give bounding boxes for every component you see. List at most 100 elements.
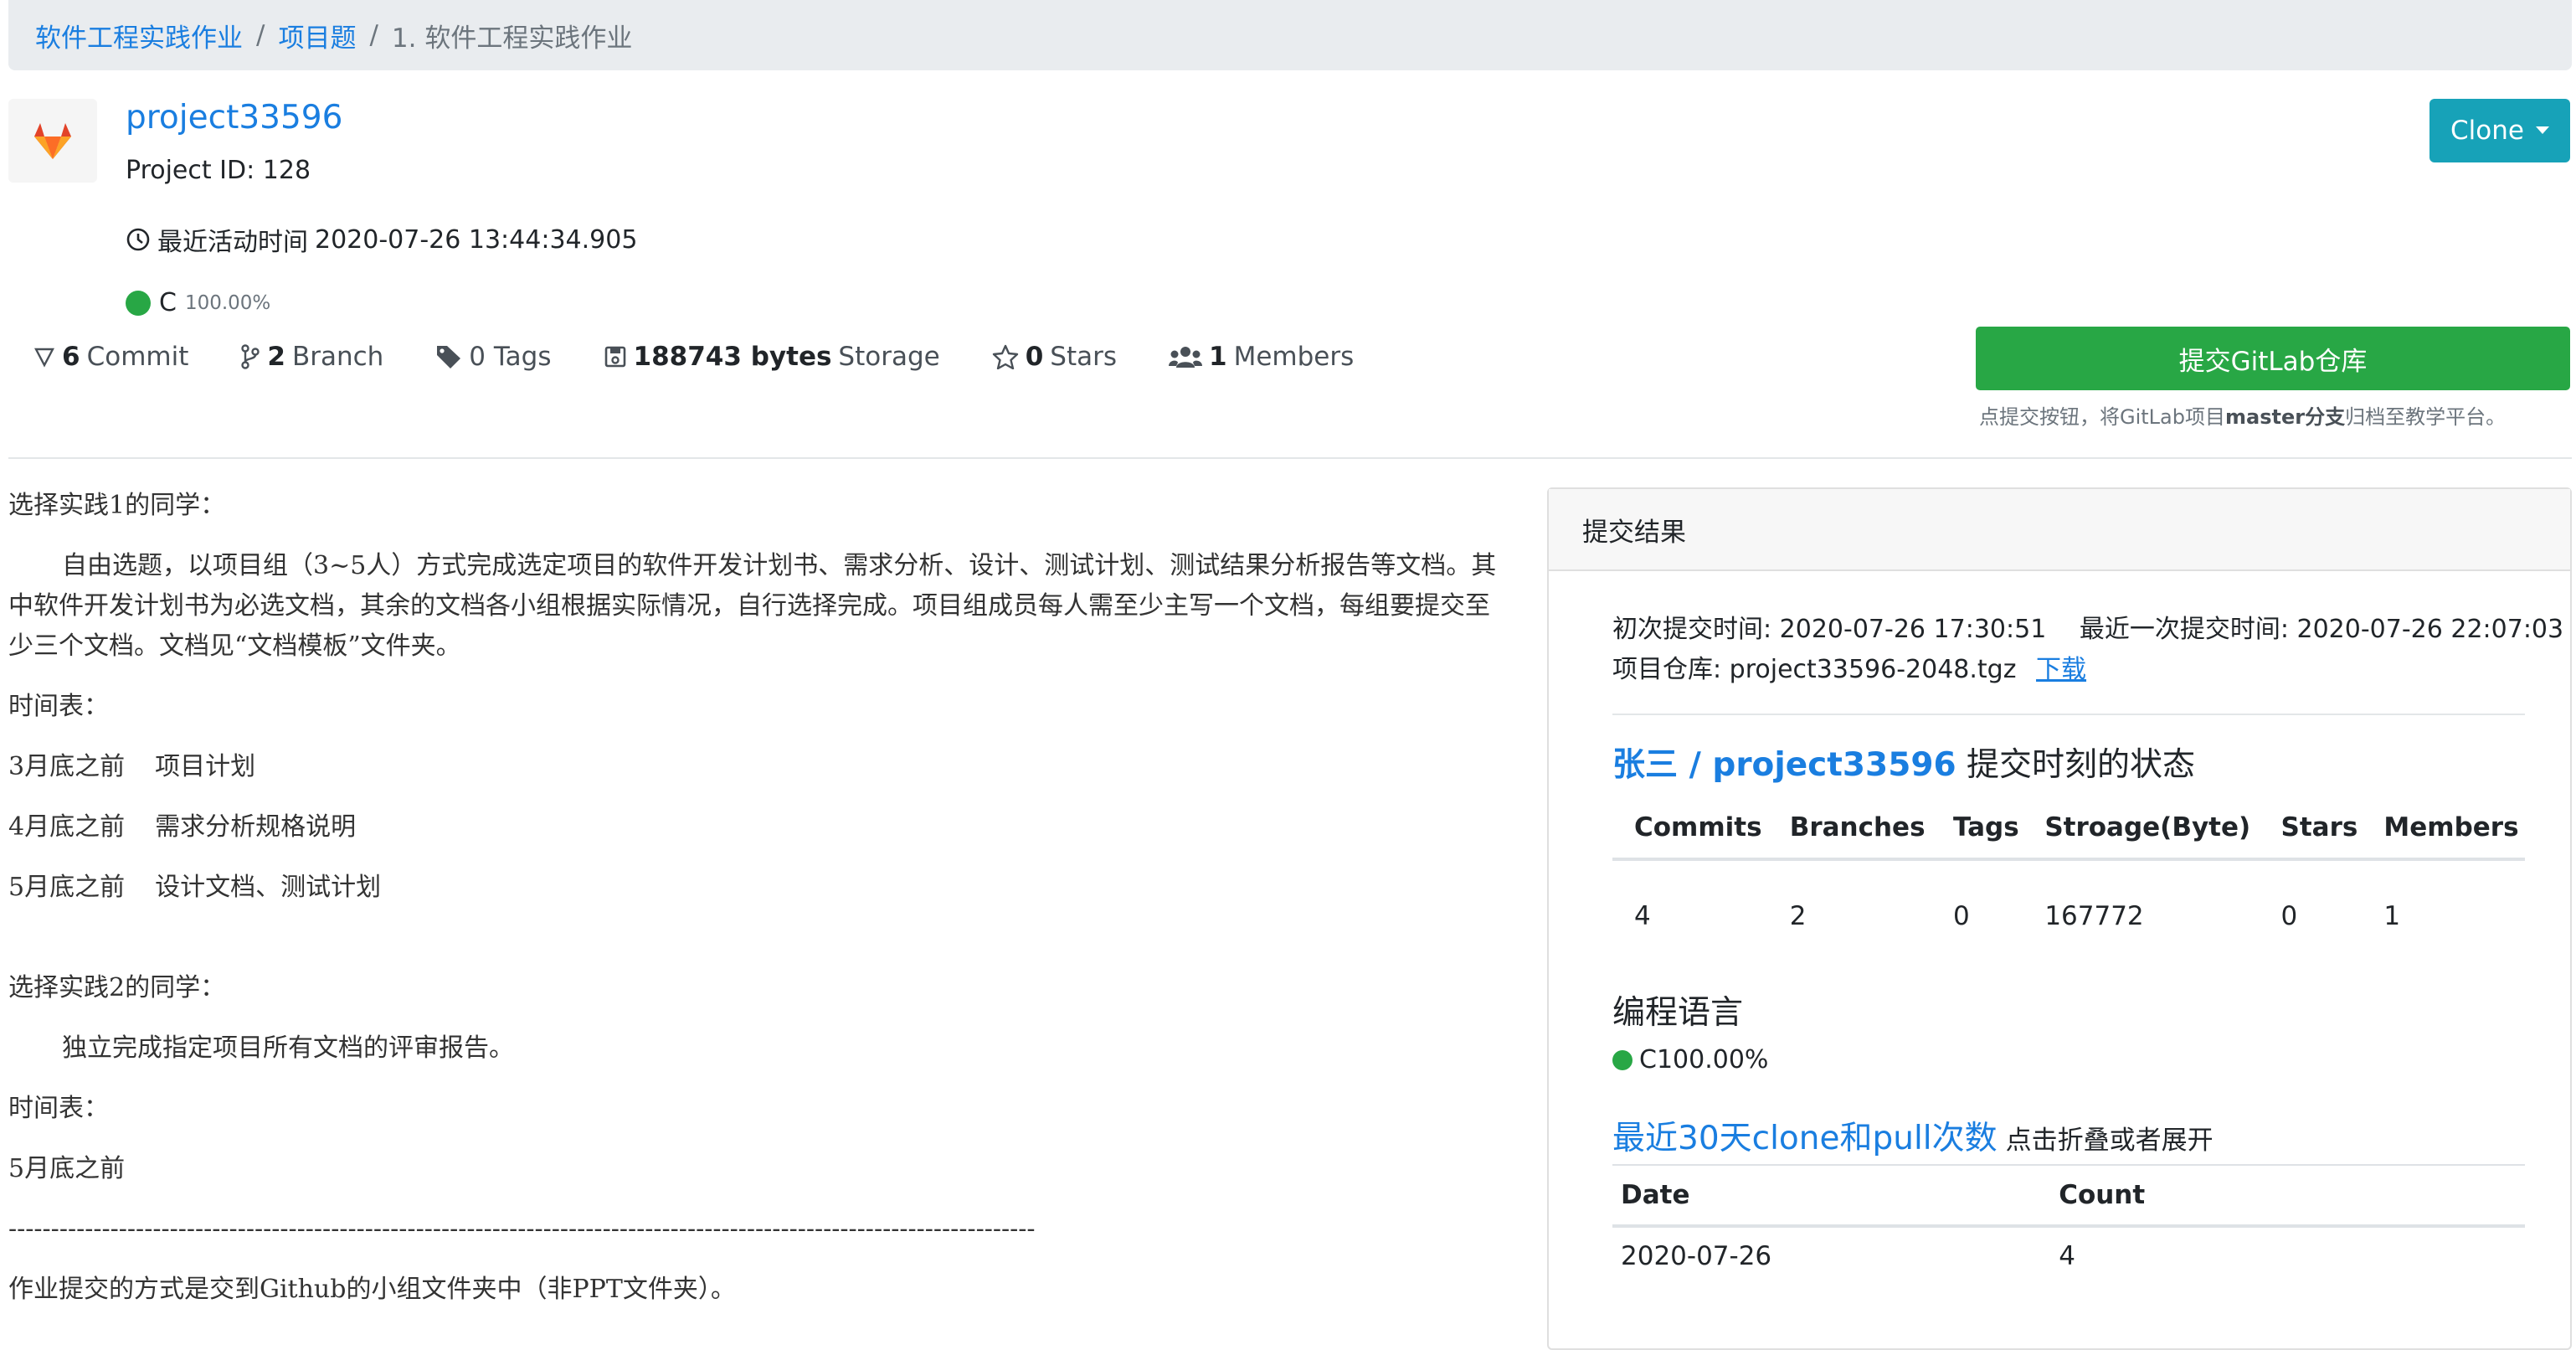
repo-file: project33596-2048.tgz <box>1729 655 2017 684</box>
submit-hint: 点提交按钮，将GitLab项目master分支归档至教学平台。 <box>1979 400 2506 430</box>
state-title: 张三 / project33596 提交时刻的状态 <box>1612 739 2195 786</box>
breadcrumb-section-link[interactable]: 项目题 <box>278 17 356 54</box>
project-id: Project ID: 128 <box>126 156 311 185</box>
caret-down-icon <box>2535 126 2549 134</box>
schedule-item: 4月底之前 需求分析规格说明 <box>8 812 357 842</box>
breadcrumb-course-link[interactable]: 软件工程实践作业 <box>35 17 243 54</box>
breadcrumb: 软件工程实践作业 / 项目题 / 1. 软件工程实践作业 <box>8 0 2572 70</box>
breadcrumb-separator: / <box>256 20 265 50</box>
gitlab-logo-icon <box>8 99 97 183</box>
clone-stats-toggle[interactable]: 最近30天clone和pull次数 点击折叠或者展开 <box>1612 1112 2214 1159</box>
clone-dropdown-button[interactable]: Clone <box>2429 99 2570 162</box>
column-header: Commits <box>1612 797 1768 861</box>
state-suffix: 提交时刻的状态 <box>1967 746 2196 784</box>
branches-label: Branch <box>291 342 384 372</box>
table-cell: 1 <box>2383 901 2401 931</box>
activity-label: 最近活动时间 <box>157 228 308 257</box>
stat-storage: 188743 bytes Storage <box>604 342 940 372</box>
language-percent: 100.00% <box>184 291 271 314</box>
table-header-row: Commits Branches Tags Stroage(Byte) Star… <box>1612 797 2525 861</box>
column-header: Stars <box>2259 797 2363 861</box>
table-cell: 0 <box>1952 901 1970 931</box>
tag-icon <box>437 346 461 368</box>
stat-tags[interactable]: 0 Tags <box>435 342 552 372</box>
tags-text: 0 Tags <box>469 342 552 372</box>
breadcrumb-separator: / <box>369 20 378 50</box>
last-submit-time: 2020-07-26 22:07:03 <box>2296 615 2564 644</box>
desc-paragraph: 时间表： <box>8 1094 109 1123</box>
table-row: 2020-07-26 4 <box>1612 1226 2525 1285</box>
activity-time: 2020-07-26 13:44:34.905 <box>315 224 638 255</box>
commit-icon <box>34 348 54 368</box>
storage-size: 188743 bytes <box>633 342 832 372</box>
column-header: Stroage(Byte) <box>2023 797 2260 861</box>
submit-times: 初次提交时间: 2020-07-26 17:30:51 最近一次提交时间: 20… <box>1612 608 2563 645</box>
stars-count: 0 <box>1025 342 1044 372</box>
table-cell: 4 <box>2059 1241 2075 1271</box>
download-link[interactable]: 下载 <box>2036 655 2086 684</box>
schedule-item: 3月底之前 项目计划 <box>8 752 256 781</box>
clone-stats-hint: 点击折叠或者展开 <box>2005 1126 2214 1156</box>
table-cell: 4 <box>1634 901 1651 931</box>
desc-paragraph: 选择实践2的同学： <box>8 973 226 1002</box>
stat-branches[interactable]: 2 Branch <box>240 342 383 372</box>
members-count: 1 <box>1209 342 1227 372</box>
branch-icon <box>241 344 260 369</box>
clone-stats-title: 最近30天clone和pull次数 <box>1612 1120 1998 1157</box>
language-summary: C 100.00% <box>126 288 270 317</box>
card-header: 提交结果 <box>1549 489 2570 571</box>
last-submit-label: 最近一次提交时间: <box>2079 615 2289 644</box>
state-table: Commits Branches Tags Stroage(Byte) Star… <box>1612 797 2525 957</box>
breadcrumb-current: 1. 软件工程实践作业 <box>391 23 633 54</box>
table-cell: 2020-07-26 <box>1621 1241 1772 1271</box>
divider <box>1612 714 2525 715</box>
repo-line: 项目仓库: project33596-2048.tgz 下载 <box>1612 648 2086 685</box>
column-header: Date <box>1612 1164 2051 1228</box>
project-name-link[interactable]: project33596 <box>126 99 342 137</box>
hint-prefix: 点提交按钮，将GitLab项目 <box>1979 405 2225 429</box>
stat-commits[interactable]: 6 Commit <box>33 342 188 372</box>
commits-label: Commit <box>86 342 189 372</box>
table-cell: 167772 <box>2044 901 2144 931</box>
project-state-link[interactable]: 张三 / project33596 <box>1612 746 1956 784</box>
desc-paragraph: 选择实践1的同学： <box>8 491 226 520</box>
storage-label: Storage <box>838 342 940 372</box>
submission-result-card: 提交结果 初次提交时间: 2020-07-26 17:30:51 最近一次提交时… <box>1547 487 2572 1350</box>
table-header-row: Date Count <box>1612 1164 2525 1228</box>
table-cell: 2 <box>1789 901 1807 931</box>
first-submit-time: 2020-07-26 17:30:51 <box>1779 615 2047 644</box>
clone-stats-table: Date Count 2020-07-26 4 <box>1612 1164 2525 1285</box>
language-value: C100.00% <box>1639 1045 1769 1074</box>
hint-suffix: 归档至教学平台。 <box>2345 405 2507 429</box>
desc-paragraph: 独立完成指定项目所有文档的评审报告。 <box>62 1033 514 1063</box>
schedule-item: 5月底之前 设计文档、测试计划 <box>8 873 382 902</box>
desc-paragraph: 作业提交的方式是交到Github的小组文件夹中（非PPT文件夹）。 <box>8 1275 736 1304</box>
dashed-separator: ----------------------------------------… <box>8 1214 1036 1244</box>
column-header: Branches <box>1767 797 1931 861</box>
star-icon <box>992 344 1018 369</box>
language-dot-icon <box>126 290 151 316</box>
divider <box>8 457 2572 459</box>
column-header: Count <box>2050 1164 2525 1228</box>
column-header: Tags <box>1931 797 2023 861</box>
submit-gitlab-button[interactable]: 提交GitLab仓库 <box>1976 327 2570 390</box>
desc-paragraph: 时间表： <box>8 692 109 721</box>
stat-members[interactable]: 1 Members <box>1169 342 1354 372</box>
language-line: C100.00% <box>1612 1045 1768 1074</box>
language-name: C <box>159 288 177 317</box>
table-row: 4 2 0 167772 0 1 <box>1612 859 2525 957</box>
language-dot-icon <box>1612 1049 1632 1070</box>
stat-stars[interactable]: 0 Stars <box>992 342 1117 372</box>
project-stats: 6 Commit 2 Branch 0 Tags 188743 bytes St… <box>33 342 1406 372</box>
last-activity: 最近活动时间 2020-07-26 13:44:34.905 <box>126 221 637 258</box>
commits-count: 6 <box>62 342 80 372</box>
branches-count: 2 <box>267 342 285 372</box>
users-icon <box>1169 347 1203 368</box>
assignment-description: 选择实践1的同学： 自由选题，以项目组（3~5人）方式完成选定项目的软件开发计划… <box>8 486 1499 1330</box>
members-label: Members <box>1233 342 1355 372</box>
language-section-title: 编程语言 <box>1612 994 1744 1032</box>
clock-icon <box>126 228 150 251</box>
repo-label: 项目仓库: <box>1612 655 1722 684</box>
clone-label: Clone <box>2450 116 2524 146</box>
